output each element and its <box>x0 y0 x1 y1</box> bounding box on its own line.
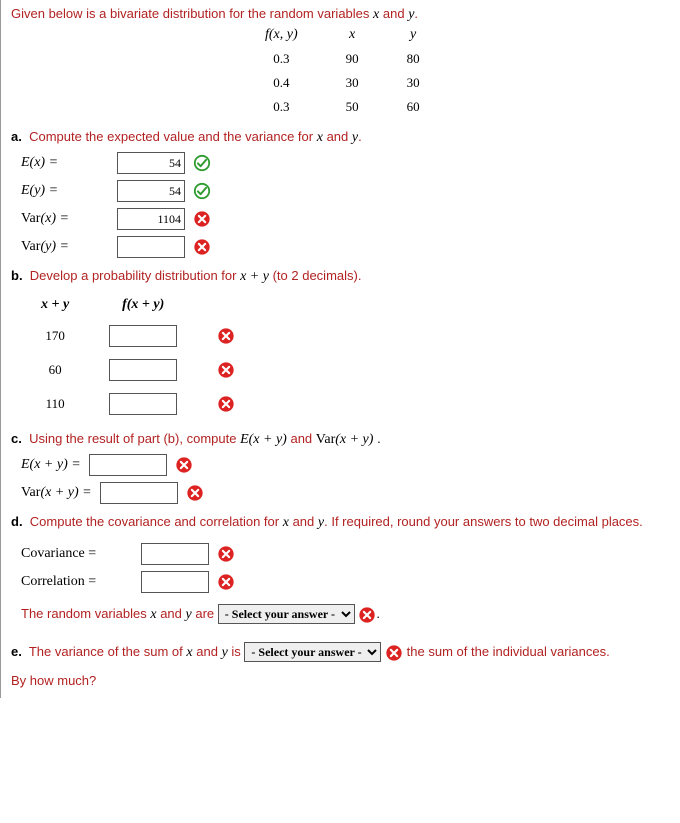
Ex-input[interactable] <box>117 152 185 174</box>
part-e: e. The variance of the sum of x and y is… <box>11 639 671 667</box>
Varx-label: Var(x) = <box>21 211 109 227</box>
cross-icon <box>186 484 204 502</box>
byhowmuch-label: By how much? <box>11 673 671 688</box>
bivariate-table: f(x, y)xy 0.39080 0.43030 0.35060 <box>241 23 444 119</box>
b-row1-input[interactable] <box>109 325 177 347</box>
cross-icon <box>217 361 235 379</box>
cross-icon <box>217 545 235 563</box>
cross-icon <box>217 327 235 345</box>
part-a: a. Compute the expected value and the va… <box>11 129 671 146</box>
Ey-label: E(y) = <box>21 183 109 199</box>
cross-icon <box>217 395 235 413</box>
Exy-label: E(x + y) = <box>21 457 81 473</box>
part-b: b. Develop a probability distribution fo… <box>11 268 671 285</box>
b-row3-input[interactable] <box>109 393 177 415</box>
cross-icon <box>193 238 211 256</box>
check-icon <box>193 154 211 172</box>
check-icon <box>193 182 211 200</box>
cov-label: Covariance = <box>21 546 133 562</box>
cross-icon <box>358 606 376 624</box>
b-row2-input[interactable] <box>109 359 177 381</box>
e-select[interactable]: - Select your answer - <box>244 642 381 662</box>
cov-input[interactable] <box>141 543 209 565</box>
cross-icon <box>217 573 235 591</box>
Vary-input[interactable] <box>117 236 185 258</box>
cross-icon <box>193 210 211 228</box>
cross-icon <box>175 456 193 474</box>
Vary-label: Var(y) = <box>21 239 109 255</box>
intro-line: Given below is a bivariate distribution … <box>11 6 671 23</box>
rv-line: The random variables x and y are - Selec… <box>21 601 671 629</box>
Varx-input[interactable] <box>117 208 185 230</box>
rv-select[interactable]: - Select your answer - <box>218 604 355 624</box>
Exy-input[interactable] <box>89 454 167 476</box>
cross-icon <box>385 644 403 662</box>
part-d: d. Compute the covariance and correlatio… <box>11 514 671 531</box>
corr-input[interactable] <box>141 571 209 593</box>
corr-label: Correlation = <box>21 574 133 590</box>
Ey-input[interactable] <box>117 180 185 202</box>
Varxy-input[interactable] <box>100 482 178 504</box>
Ex-label: E(x) = <box>21 155 109 171</box>
part-b-table: x + yf(x + y) 170 60 110 <box>21 291 255 421</box>
Varxy-label: Var(x + y) = <box>21 485 92 501</box>
part-c: c. Using the result of part (b), compute… <box>11 431 671 448</box>
